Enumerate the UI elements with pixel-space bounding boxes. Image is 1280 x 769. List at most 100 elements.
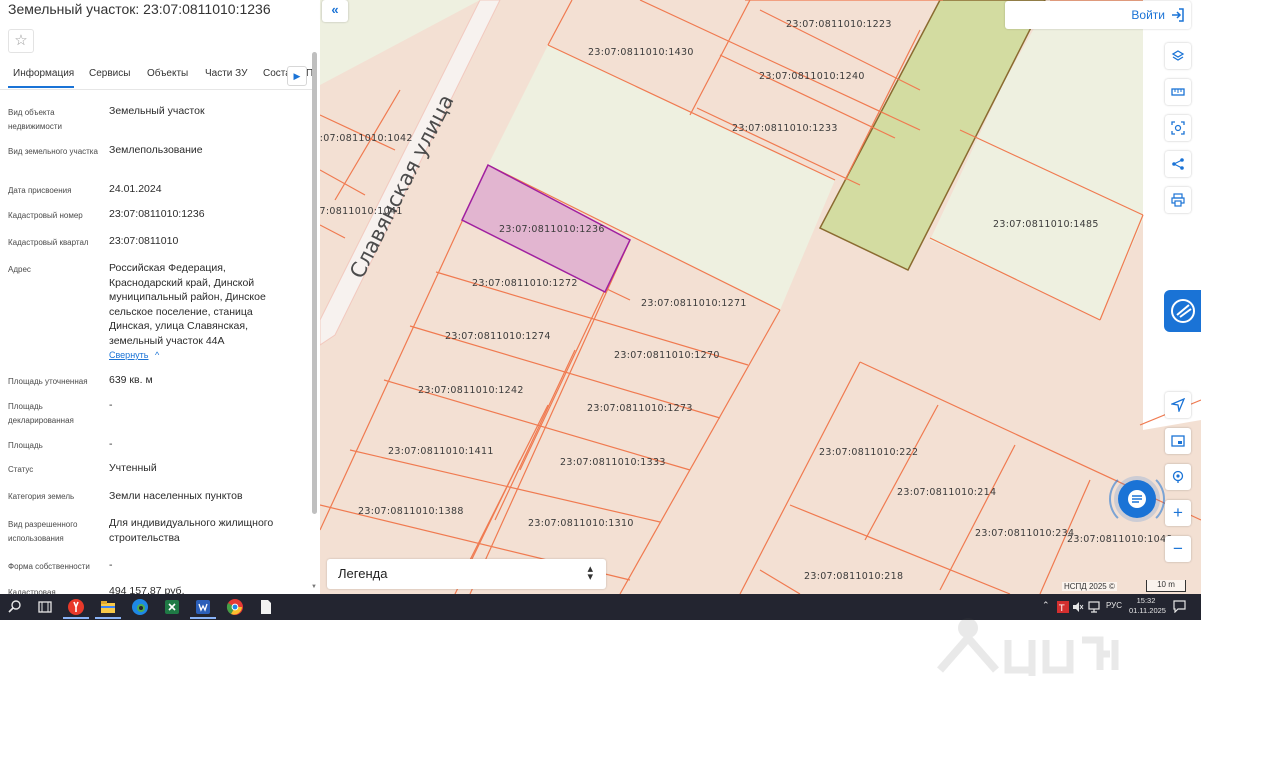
plot-label: 23:07:0811010:222 [819,447,918,458]
label-area: Площадь [8,441,43,450]
value-area: - [109,438,113,450]
login-button[interactable]: Войти [1005,1,1191,29]
tabs-bar: Информация Сервисы Объекты Части ЗУ Сост… [0,64,313,90]
task-view-icon[interactable] [36,598,54,616]
plot-label: 23:07:0811010:1310 [528,518,634,529]
legend-dropdown[interactable]: Легенда ▴ ▾ [327,559,606,589]
open-app-indicator [190,617,216,619]
plot-label: 23:07:0811010:1270 [614,350,720,361]
label-cadastral-quarter: Кадастровый квартал [8,238,89,247]
label-object-type: Вид объекта недвижимости [8,108,62,131]
tab-parts[interactable]: Части ЗУ [205,68,247,79]
value-area-specified: 639 кв. м [109,374,153,386]
open-app-indicator [95,617,121,619]
value-permitted-use: Для индивидуального жилищного строительс… [109,517,274,544]
label-assign-date: Дата присвоения [8,186,72,195]
zoom-in-button[interactable]: + [1165,500,1191,526]
print-icon[interactable] [1165,187,1191,213]
excel-icon[interactable] [163,598,181,616]
plot-label: 23:07:0811010:1049 [1067,534,1173,545]
word-icon[interactable] [194,598,212,616]
plot-label: 23:07:0811010:1388 [358,506,464,517]
chat-button[interactable] [1118,480,1156,518]
collapse-address-link[interactable]: Свернуть [109,350,148,360]
plot-label: 23:07:0811010:1485 [993,219,1099,230]
label-ownership-form: Форма собственности [8,562,90,571]
tab-info[interactable]: Информация [13,68,74,79]
minimap-icon[interactable] [1165,428,1191,454]
info-panel: Земельный участок: 23:07:0811010:1236 ☆ … [0,0,320,594]
map-scale-bar: 10 m [1146,580,1186,592]
notification-icon[interactable] [1173,600,1186,613]
value-cadastral-number: 23:07:0811010:1236 [109,208,205,220]
clock-date: 01.11.2025 [1129,606,1166,615]
share-icon[interactable] [1165,151,1191,177]
watermark-logo [936,618,1119,676]
plot-label: 23:07:0811010:1271 [641,298,747,309]
chevron-updown-icon: ▴ ▾ [587,563,593,583]
label-address: Адрес [8,265,31,274]
plot-label: 23:07:0811010:1274 [445,331,551,342]
label-status: Статус [8,465,34,474]
plot-label: 23:07:0811010:1240 [759,71,865,82]
value-address: Российская Федерация, Краснодарский край… [109,262,266,347]
clock-time: 15:32 [1136,596,1156,605]
chrome-icon[interactable] [226,598,244,616]
search-icon[interactable] [6,598,24,616]
plot-label: 23:07:0811010:1233 [732,123,838,134]
favorite-star-icon[interactable]: ☆ [8,29,34,53]
file-explorer-icon[interactable] [99,598,117,616]
plot-label: 23:07:0811010:1273 [587,403,693,414]
active-app-indicator [63,617,89,619]
tabs-scroll-right-icon[interactable]: ▶ [287,66,307,86]
chat-icon [1128,490,1146,508]
plot-label: 23:07:0811010:218 [804,571,903,582]
plot-label: 23:07:0811010:1042 [320,133,413,144]
value-land-category: Земли населенных пунктов [109,490,243,502]
label-permitted-use: Вид разрешенного использования [8,520,78,543]
yandex-browser-icon[interactable] [67,598,85,616]
label-area-declared: Площадь декларированная [8,402,74,425]
plot-label: 23:07:0811010:1223 [786,19,892,30]
layers-icon[interactable] [1165,43,1191,69]
screen: Земельный участок: 23:07:0811010:1236 ☆ … [0,0,1201,620]
collapse-panel-button[interactable]: « [322,0,348,22]
login-icon [1172,8,1184,22]
zoom-out-button[interactable]: − [1165,536,1191,562]
value-status: Учтенный [109,462,157,474]
plot-label: 23:07:0811010:1242 [418,385,524,396]
scroll-down-icon[interactable]: ▼ [311,584,317,590]
plot-label: 23:07:0811010:214 [897,487,996,498]
edge-icon[interactable] [131,598,149,616]
map-canvas: Славянская улица 23:07:0811010:1236 23:0… [320,0,1201,594]
value-cadastral-value: 494 157,87 руб. [109,585,185,594]
document-icon[interactable] [257,598,275,616]
value-ownership-form: - [109,559,113,571]
map-copyright: НСПД 2025 © [1062,582,1117,591]
ruler-icon[interactable] [1165,79,1191,105]
plot-label: 23:07:0811010:1430 [588,47,694,58]
location-icon[interactable] [1165,464,1191,490]
navigate-icon[interactable] [1165,392,1191,418]
select-area-icon[interactable] [1165,115,1191,141]
panel-scrollbar[interactable] [312,52,317,514]
tab-objects[interactable]: Объекты [147,68,188,79]
clock[interactable]: 15:32 01.11.2025 [1129,596,1166,616]
tab-services[interactable]: Сервисы [89,68,130,79]
cadastral-map[interactable]: Славянская улица 23:07:0811010:1236 23:0… [320,0,1201,594]
assistant-icon[interactable] [1164,290,1201,332]
chevron-up-icon[interactable]: ^ [155,350,159,360]
value-plot-type: Землепользование [109,144,203,156]
language-indicator[interactable]: РУС [1106,601,1122,610]
value-area-declared: - [109,399,113,411]
label-area-specified: Площадь уточненная [8,377,88,386]
label-cadastral-number: Кадастровый номер [8,211,83,220]
value-assign-date: 24.01.2024 [109,183,162,195]
plot-label: 23:07:0811010:1333 [560,457,666,468]
plot-label: 23:07:0811010:1272 [472,278,578,289]
active-tab-indicator [8,86,74,88]
plot-label: 23:07:0811010:1411 [388,446,494,457]
label-land-category: Категория земель [8,492,75,501]
login-label: Войти [1131,8,1165,22]
legend-label: Легенда [338,566,388,581]
